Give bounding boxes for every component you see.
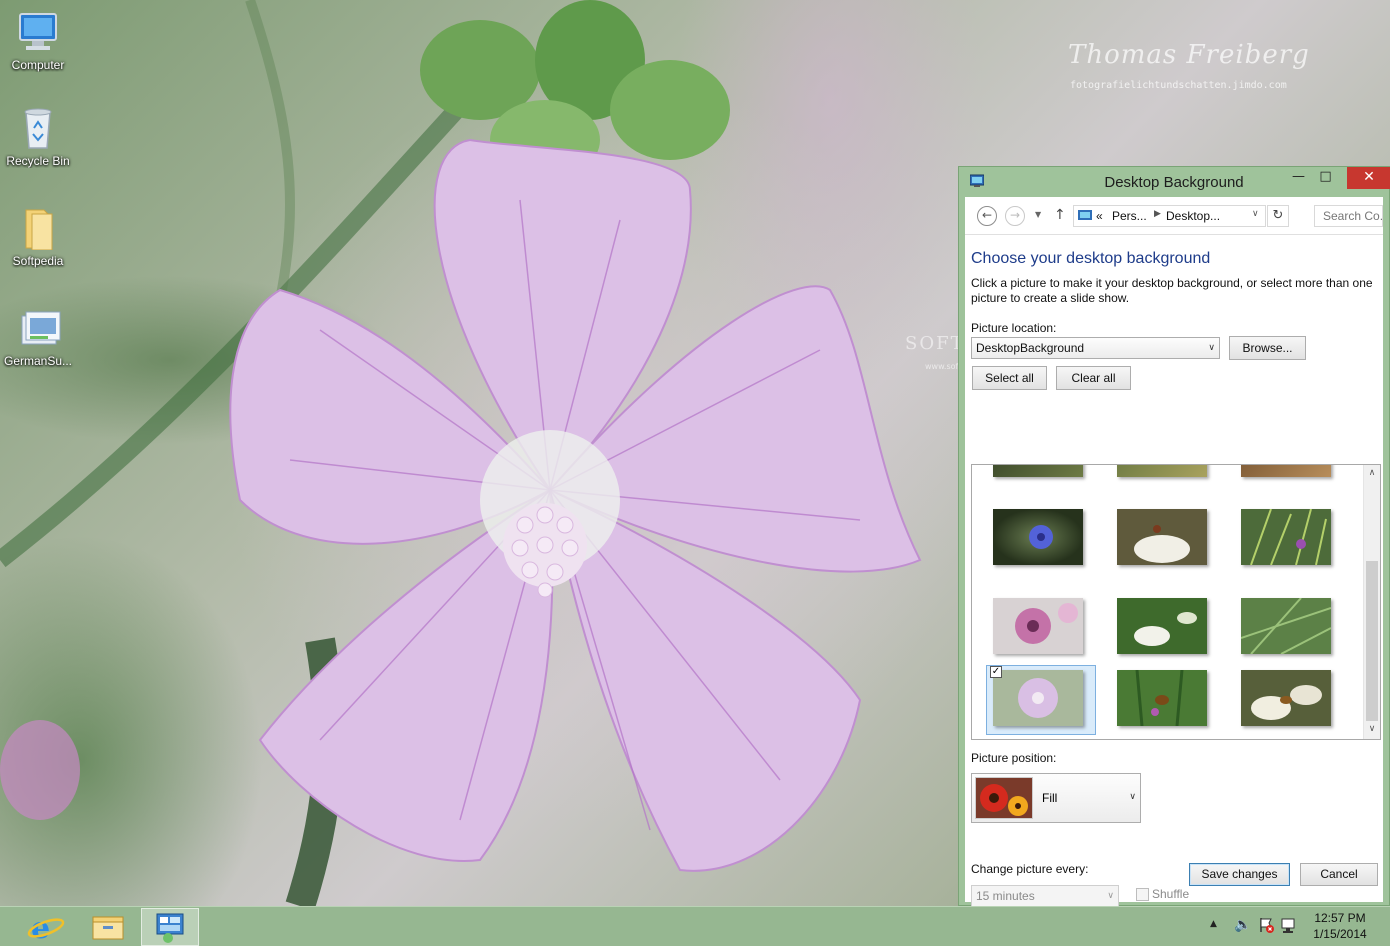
navigation-bar: ← → ▼ ↑ « Pers... ▶ Desktop... ∨ ↻ Searc… bbox=[965, 197, 1383, 235]
forward-button[interactable]: → bbox=[1005, 206, 1025, 226]
gallery-scrollbar[interactable]: ∧ ∨ bbox=[1363, 465, 1380, 739]
clock-time: 12:57 PM bbox=[1314, 911, 1366, 925]
picture-location-select[interactable]: DesktopBackground ∨ bbox=[971, 337, 1220, 359]
desktop-background-window: Desktop Background — □ ✕ ← → ▼ ↑ « Pers.… bbox=[958, 166, 1390, 907]
window-content: Choose your desktop background Click a p… bbox=[965, 235, 1383, 907]
volume-icon[interactable]: 🔈 bbox=[1234, 917, 1251, 946]
thumbnail-white-umbel-flower[interactable] bbox=[1117, 598, 1207, 654]
change-picture-label: Change picture every: bbox=[971, 862, 1089, 876]
thumbnail-partial[interactable] bbox=[1241, 465, 1331, 477]
file-explorer-icon[interactable] bbox=[79, 908, 137, 946]
chevron-down-icon: ∨ bbox=[1129, 792, 1136, 802]
desktop-icon-label: Computer bbox=[11, 58, 65, 72]
theme-pack-icon bbox=[14, 306, 62, 350]
picture-location-label: Picture location: bbox=[971, 321, 1057, 335]
breadcrumb-desktop-background[interactable]: Desktop... bbox=[1166, 209, 1220, 223]
picture-position-label: Picture position: bbox=[971, 751, 1057, 765]
thumbnail-bee-on-green[interactable] bbox=[1117, 669, 1207, 727]
save-changes-button[interactable]: Save changes bbox=[1189, 863, 1290, 886]
breadcrumb-overflow[interactable]: « bbox=[1096, 209, 1103, 223]
action-center-flag-icon[interactable] bbox=[1258, 916, 1274, 946]
thumbnail-white-yarrow-with-bug[interactable] bbox=[1117, 509, 1207, 565]
folder-icon bbox=[14, 206, 62, 251]
picture-position-value: Fill bbox=[1042, 791, 1058, 805]
maximize-button[interactable]: □ bbox=[1312, 167, 1339, 189]
desktop-icon-recycle-bin[interactable]: Recycle Bin bbox=[0, 106, 76, 168]
search-input[interactable]: Search Co... bbox=[1314, 205, 1383, 227]
select-all-button[interactable]: Select all bbox=[972, 366, 1047, 390]
address-bar[interactable]: « Pers... ▶ Desktop... ∨ bbox=[1073, 205, 1266, 227]
network-icon[interactable] bbox=[1280, 917, 1298, 946]
thumbnail-green-foliage[interactable] bbox=[1240, 597, 1332, 655]
picture-gallery: ✓ ∧ ∨ bbox=[971, 464, 1381, 740]
breadcrumb-separator-icon[interactable]: ▶ bbox=[1154, 209, 1161, 219]
change-interval-value: 15 minutes bbox=[976, 889, 1035, 903]
address-dropdown-icon[interactable]: ∨ bbox=[1252, 209, 1259, 219]
scroll-up-icon[interactable]: ∧ bbox=[1364, 468, 1380, 478]
thumbnail-pink-flower-closeup[interactable] bbox=[993, 598, 1083, 654]
desktop-icon-softpedia[interactable]: Softpedia bbox=[0, 206, 76, 268]
control-panel-icon[interactable] bbox=[141, 908, 199, 946]
picture-location-value: DesktopBackground bbox=[976, 341, 1085, 355]
thumbnail-blue-cornflower[interactable] bbox=[993, 509, 1083, 565]
recent-locations-chevron-icon[interactable]: ▼ bbox=[1035, 210, 1041, 219]
close-button[interactable]: ✕ bbox=[1347, 167, 1390, 189]
change-interval-select[interactable]: 15 minutes ∨ bbox=[971, 885, 1119, 907]
photographer-url: fotografielichtundschatten.jimdo.com bbox=[1070, 80, 1287, 91]
photographer-signature: Thomas Freiberg bbox=[1068, 40, 1310, 70]
thumbnail-pink-mallow-flower[interactable] bbox=[993, 670, 1083, 726]
up-arrow-icon[interactable]: ↑ bbox=[1054, 207, 1066, 223]
clock-date: 1/15/2014 bbox=[1313, 927, 1367, 941]
scroll-down-icon[interactable]: ∨ bbox=[1364, 724, 1380, 734]
system-clock[interactable]: 12:57 PM 1/15/2014 bbox=[1300, 910, 1380, 942]
position-preview-icon bbox=[975, 777, 1033, 819]
thumbnail-partial[interactable] bbox=[1117, 465, 1207, 477]
desktop-icon-label: Softpedia bbox=[12, 254, 64, 268]
desktop-icon-computer[interactable]: Computer bbox=[0, 10, 76, 72]
refresh-button[interactable]: ↻ bbox=[1267, 205, 1289, 227]
thumbnail-partial[interactable] bbox=[993, 465, 1083, 477]
shuffle-label: Shuffle bbox=[1152, 887, 1190, 901]
back-button[interactable]: ← bbox=[977, 206, 997, 226]
minimize-button[interactable]: — bbox=[1285, 167, 1312, 189]
desktop-icon-label: GermanSu... bbox=[3, 354, 73, 368]
breadcrumb-personalization[interactable]: Pers... bbox=[1112, 209, 1147, 223]
clear-all-button[interactable]: Clear all bbox=[1056, 366, 1131, 390]
picture-position-select[interactable]: Fill ∨ bbox=[971, 773, 1141, 823]
chevron-down-icon: ∨ bbox=[1107, 890, 1114, 900]
thumbnail-white-blossoms-with-bee[interactable] bbox=[1241, 670, 1331, 726]
window-titlebar[interactable]: Desktop Background — □ ✕ bbox=[959, 167, 1390, 197]
page-heading: Choose your desktop background bbox=[971, 250, 1211, 267]
shuffle-checkbox[interactable] bbox=[1136, 888, 1149, 901]
internet-explorer-icon[interactable]: e bbox=[17, 908, 75, 946]
control-panel-small-icon bbox=[1078, 209, 1092, 225]
thumbnail-green-grass-seeds[interactable] bbox=[1241, 508, 1331, 566]
scrollbar-thumb[interactable] bbox=[1366, 561, 1378, 721]
chevron-down-icon: ∨ bbox=[1208, 342, 1215, 352]
page-description: Click a picture to make it your desktop … bbox=[971, 276, 1373, 305]
cancel-button[interactable]: Cancel bbox=[1300, 863, 1378, 886]
thumbnail-checkbox[interactable]: ✓ bbox=[990, 666, 1002, 678]
recycle-bin-icon bbox=[14, 106, 62, 150]
desktop-icon-label: Recycle Bin bbox=[6, 154, 70, 168]
taskbar: e ▲ 🔈 12:57 PM 1/15/2014 bbox=[0, 906, 1390, 946]
browse-button[interactable]: Browse... bbox=[1229, 336, 1306, 360]
show-hidden-icons-icon[interactable]: ▲ bbox=[1210, 919, 1217, 946]
computer-icon bbox=[14, 10, 62, 54]
desktop-icon-germansu[interactable]: GermanSu... bbox=[0, 306, 76, 368]
